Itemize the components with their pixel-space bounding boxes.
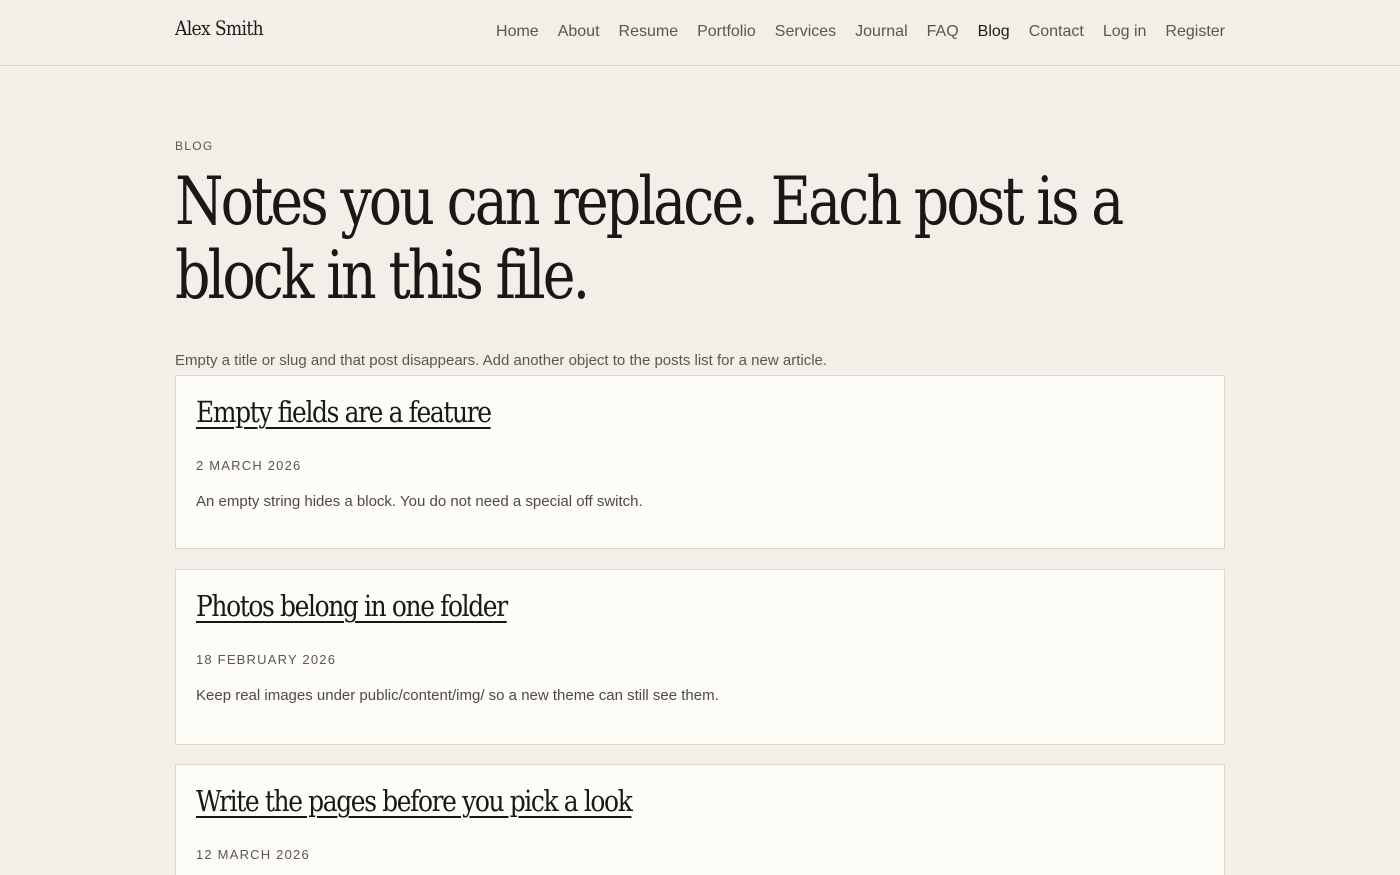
nav-link-portfolio[interactable]: Portfolio [697,22,756,42]
main-nav: Home About Resume Portfolio Services Jou… [496,22,1225,42]
nav-link-login[interactable]: Log in [1103,22,1147,42]
post-date: 2 MARCH 2026 [196,458,302,473]
nav-link-resume[interactable]: Resume [619,22,679,42]
post-card: Empty fields are a feature 2 MARCH 2026 … [175,375,1225,549]
post-excerpt: An empty string hides a block. You do no… [196,493,643,510]
post-title-link[interactable]: Write the pages before you pick a look [196,783,633,819]
post-excerpt: Keep real images under public/content/im… [196,687,719,704]
post-title-link[interactable]: Photos belong in one folder [196,588,508,624]
post-card: Photos belong in one folder 18 FEBRUARY … [175,569,1225,745]
nav-link-services[interactable]: Services [775,22,836,42]
site-header: Alex Smith Home About Resume Portfolio S… [0,0,1400,66]
site-brand-link[interactable]: Alex Smith [175,16,264,40]
post-date: 12 MARCH 2026 [196,847,310,862]
nav-link-home[interactable]: Home [496,22,539,42]
post-card: Write the pages before you pick a look 1… [175,764,1225,875]
nav-link-faq[interactable]: FAQ [927,22,959,42]
page-eyebrow: BLOG [175,139,214,153]
nav-link-blog[interactable]: Blog [978,22,1010,42]
nav-link-about[interactable]: About [558,22,600,42]
nav-link-contact[interactable]: Contact [1029,22,1084,42]
post-date: 18 FEBRUARY 2026 [196,652,337,667]
page-intro: Empty a title or slug and that post disa… [175,352,828,369]
nav-link-register[interactable]: Register [1165,22,1225,42]
nav-link-journal[interactable]: Journal [855,22,907,42]
post-title-link[interactable]: Empty fields are a feature [196,394,492,430]
page-title: Notes you can replace. Each post is a bl… [175,163,1124,314]
